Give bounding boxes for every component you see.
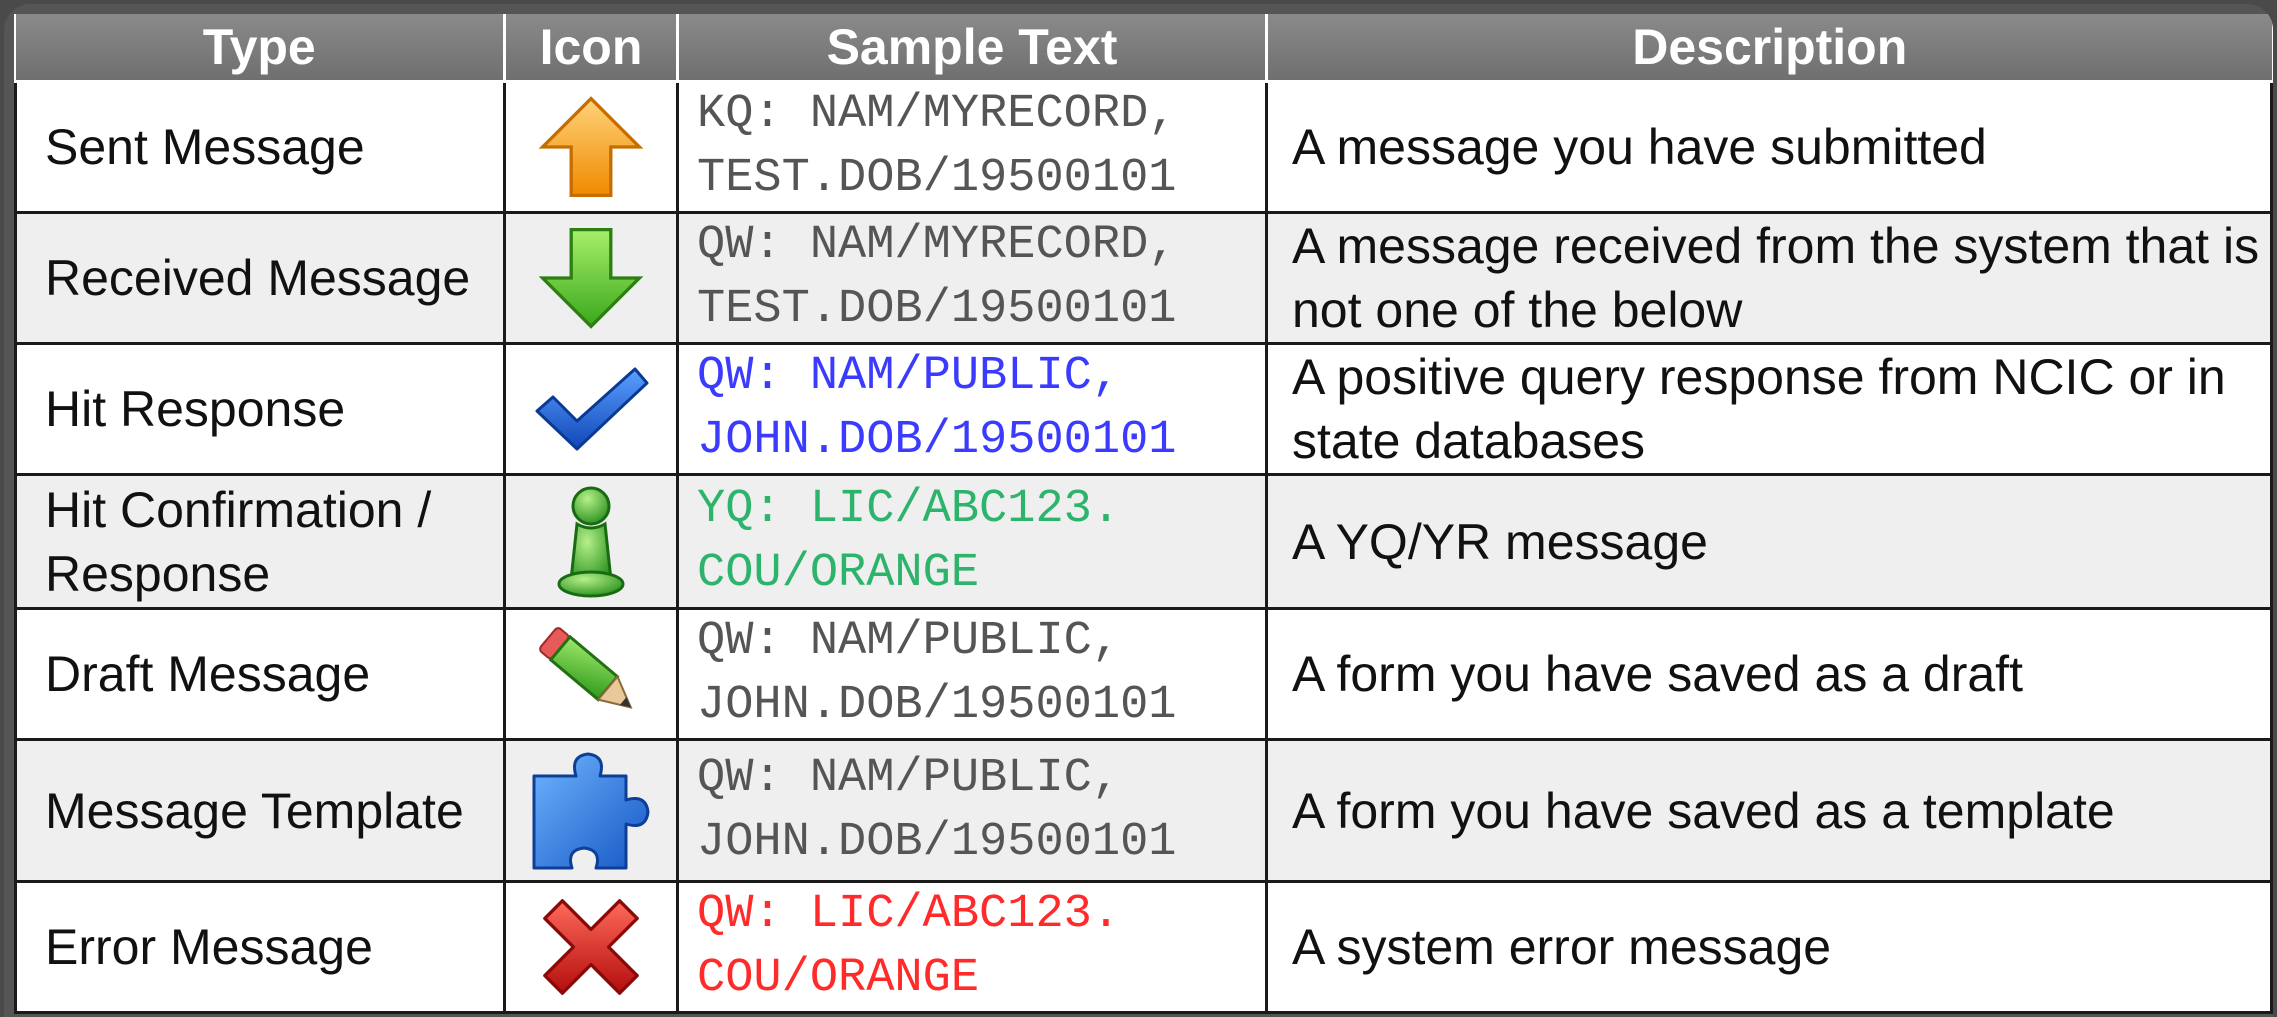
sample-line-2: JOHN.DOB/19500101: [697, 679, 1177, 732]
sample-line-1: KQ: NAM/MYRECORD,: [697, 88, 1177, 141]
sample-line-1: YQ: LIC/ABC123.: [697, 482, 1121, 536]
puzzle-icon: [532, 752, 650, 869]
sample-text-cell: QW: NAM/PUBLIC, JOHN.DOB/19500101: [676, 342, 1268, 476]
sample-line-2: COU/ORANGE: [697, 952, 980, 1005]
type-cell: Message Template: [14, 738, 506, 883]
header-description: Description: [1266, 14, 2272, 83]
table-row: Error Message QW: LIC/ABC123. COU/ORANGE…: [14, 880, 2273, 1014]
pencil-icon: [539, 627, 633, 709]
sample-text-cell: QW: NAM/PUBLIC, JOHN.DOB/19500101: [676, 738, 1268, 883]
description-cell: A form you have saved as a draft: [1265, 607, 2273, 741]
down-arrow-icon: [538, 227, 644, 329]
icon-cell: [503, 80, 679, 214]
header-icon: Icon: [504, 14, 679, 83]
icon-cell: [503, 211, 679, 345]
type-cell: Hit Confirmation / Response: [14, 473, 506, 610]
sample-line-1: QW: NAM/PUBLIC,: [697, 615, 1121, 668]
icon-cell: [503, 607, 679, 741]
table-row: Message Template QW: NAM/PUBLIC, JOHN.DO…: [14, 738, 2273, 883]
icon-cell: [503, 738, 679, 883]
description-cell: A message received from the system that …: [1265, 211, 2273, 345]
sample-text-cell: KQ: NAM/MYRECORD, TEST.DOB/19500101: [676, 80, 1268, 214]
table-row: Hit Response QW: NAM/PUBLIC, JOHN.DOB/19…: [14, 342, 2273, 476]
table-row: Hit Confirmation / Response YQ: LIC/ABC1…: [14, 473, 2273, 610]
sample-text-cell: QW: NAM/PUBLIC, JOHN.DOB/19500101: [676, 607, 1268, 741]
header-row: Type Icon Sample Text Description: [15, 14, 2272, 83]
table-row: Draft Message QW: NAM/PUBLIC, JOHN.DOB/1…: [14, 607, 2273, 741]
sample-text-cell: QW: NAM/MYRECORD, TEST.DOB/19500101: [676, 211, 1268, 345]
pawn-icon: [557, 486, 625, 597]
type-cell: Received Message: [14, 211, 506, 345]
sample-text-cell: QW: LIC/ABC123. COU/ORANGE: [676, 880, 1268, 1014]
icon-cell: [503, 342, 679, 476]
sample-line-2: TEST.DOB/19500101: [697, 152, 1177, 205]
type-cell: Error Message: [14, 880, 506, 1014]
up-arrow-icon: [538, 96, 644, 198]
table-frame: Type Icon Sample Text Description Sent M…: [4, 4, 2273, 1017]
table-row: Sent Message KQ: NAM/MYRECORD, TEST.DOB/…: [14, 80, 2273, 214]
sample-line-1: QW: NAM/MYRECORD,: [697, 219, 1177, 272]
sample-line-2: COU/ORANGE: [697, 546, 980, 600]
description-cell: A message you have submitted: [1265, 80, 2273, 214]
error-x-icon: [543, 899, 639, 995]
icon-cell: [503, 880, 679, 1014]
sample-text-cell: YQ: LIC/ABC123. COU/ORANGE: [676, 473, 1268, 610]
sample-line-2: JOHN.DOB/19500101: [697, 815, 1177, 869]
sample-line-1: QW: NAM/PUBLIC,: [697, 350, 1121, 403]
sample-line-1: QW: LIC/ABC123.: [697, 888, 1121, 941]
description-cell: A system error message: [1265, 880, 2273, 1014]
header-type: Type: [15, 14, 506, 83]
checkmark-icon: [535, 367, 649, 451]
message-types-table: Type Icon Sample Text Description Sent M…: [14, 14, 2273, 1014]
description-cell: A form you have saved as a template: [1265, 738, 2273, 883]
type-cell: Sent Message: [14, 80, 506, 214]
sample-line-2: JOHN.DOB/19500101: [697, 414, 1177, 467]
description-cell: A YQ/YR message: [1265, 473, 2273, 610]
icon-cell: [503, 473, 679, 610]
header-sample-text: Sample Text: [677, 14, 1268, 83]
sample-line-1: QW: NAM/PUBLIC,: [697, 751, 1121, 805]
description-cell: A positive query response from NCIC or i…: [1265, 342, 2273, 476]
table-row: Received Message QW: NAM/MYRECORD, TEST.…: [14, 211, 2273, 345]
type-cell: Draft Message: [14, 607, 506, 741]
sample-line-2: TEST.DOB/19500101: [697, 283, 1177, 336]
type-cell: Hit Response: [14, 342, 506, 476]
